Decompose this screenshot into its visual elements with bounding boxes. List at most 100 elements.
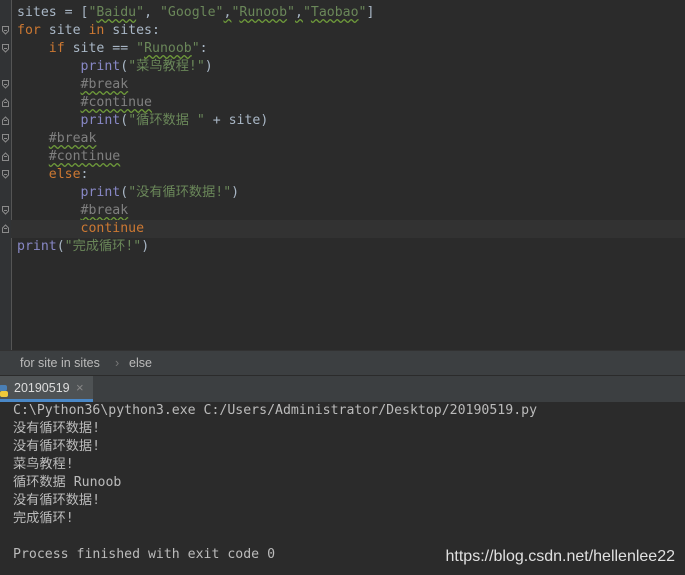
code-token: Runoob <box>239 5 288 20</box>
code-token: ( <box>120 113 129 128</box>
console-line: 循环数据 Runoob <box>13 475 122 490</box>
code-token: "Google" <box>159 5 224 20</box>
code-token: #break <box>48 131 97 146</box>
code-token: ) <box>141 239 150 254</box>
fold-open-icon[interactable] <box>2 44 9 53</box>
code-line[interactable]: #break <box>2 130 685 148</box>
code-token: + site) <box>204 113 269 128</box>
code-editor[interactable]: sites = ["Baidu", "Google","Runoob","Tao… <box>0 0 685 350</box>
fold-open-icon[interactable] <box>2 134 9 143</box>
fold-close-icon[interactable] <box>2 116 9 125</box>
console-line: 没有循环数据! <box>13 439 101 454</box>
fold-open-icon[interactable] <box>2 206 9 215</box>
run-tab[interactable]: 20190519 × <box>0 376 93 402</box>
code-token: site <box>40 23 89 38</box>
code-token: print <box>80 113 121 128</box>
code-token: for <box>17 23 41 38</box>
breadcrumb-item-for[interactable]: for site in sites <box>20 356 100 370</box>
run-tab-label: 20190519 <box>14 381 70 395</box>
code-line[interactable]: sites = ["Baidu", "Google","Runoob","Tao… <box>11 4 685 22</box>
code-token: ] <box>366 5 375 20</box>
code-line[interactable]: print("完成循环!") <box>11 238 685 256</box>
code-token: #break <box>80 203 129 218</box>
code-token: print <box>80 59 121 74</box>
code-token: site == <box>64 41 137 56</box>
watermark-text: https://blog.csdn.net/hellenlee22 <box>445 548 676 565</box>
code-token: print <box>17 239 57 254</box>
code-token: ) <box>204 59 213 74</box>
code-token: else <box>48 167 81 182</box>
console-line: 菜鸟教程! <box>13 457 74 472</box>
fold-close-icon[interactable] <box>2 224 9 233</box>
code-token: " <box>302 5 311 20</box>
code-line[interactable]: print("菜鸟教程!") <box>11 58 685 76</box>
fold-close-icon[interactable] <box>2 98 9 107</box>
code-token: Taobao <box>310 5 359 20</box>
code-line[interactable]: for site in sites: <box>2 22 685 40</box>
code-line[interactable]: #break <box>2 76 685 94</box>
code-token: continue <box>80 221 145 236</box>
console-line: 没有循环数据! <box>13 493 101 508</box>
code-token: if <box>48 41 65 56</box>
fold-open-icon[interactable] <box>2 26 9 35</box>
code-line[interactable]: print("循环数据 " + site) <box>2 112 685 130</box>
code-token: " <box>358 5 367 20</box>
close-icon[interactable]: × <box>76 380 84 395</box>
console-line: C:\Python36\python3.exe C:/Users/Adminis… <box>13 403 538 418</box>
code-token: , <box>295 5 303 20</box>
breadcrumb-separator: › <box>115 356 120 370</box>
code-line[interactable]: #break <box>2 202 685 220</box>
code-token: " <box>191 41 200 56</box>
code-token: print <box>80 185 121 200</box>
code-token: sites = [ <box>17 5 89 20</box>
code-line[interactable]: continue <box>2 220 685 238</box>
code-token: Runoob <box>144 41 192 56</box>
code-token: " <box>287 5 295 20</box>
breadcrumb: for site in sites › else <box>0 350 685 376</box>
code-token: Baidu <box>96 5 137 20</box>
code-token: "没有循环数据!" <box>128 185 232 200</box>
code-line[interactable]: else: <box>2 166 685 184</box>
code-token: #break <box>80 77 129 92</box>
console-line: 完成循环! <box>13 511 74 526</box>
code-line[interactable]: #continue <box>2 94 685 112</box>
breadcrumb-item-else[interactable]: else <box>129 356 152 370</box>
code-token: "循环数据 " <box>128 113 205 128</box>
code-token: "菜鸟教程!" <box>128 59 205 74</box>
code-token: ) <box>231 185 240 200</box>
code-token: "完成循环!" <box>64 239 142 254</box>
code-token: ( <box>56 239 65 254</box>
code-token: ( <box>120 59 129 74</box>
code-token: sites: <box>104 23 160 38</box>
python-icon <box>0 382 9 397</box>
run-tab-bar: 20190519 × <box>0 375 685 403</box>
code-token: : <box>80 167 89 182</box>
code-line[interactable]: #continue <box>2 148 685 166</box>
code-area[interactable]: sites = ["Baidu", "Google","Runoob","Tao… <box>2 4 685 256</box>
code-line[interactable]: if site == "Runoob": <box>2 40 685 58</box>
code-token: " <box>136 5 145 20</box>
code-token: ( <box>120 185 129 200</box>
fold-close-icon[interactable] <box>2 152 9 161</box>
code-token: " <box>136 41 145 56</box>
code-token: : <box>199 41 208 56</box>
code-line[interactable]: print("没有循环数据!") <box>11 184 685 202</box>
code-token: #continue <box>48 149 121 164</box>
fold-open-icon[interactable] <box>2 170 9 179</box>
code-token: #continue <box>80 95 152 110</box>
code-token: , <box>144 5 160 20</box>
fold-open-icon[interactable] <box>2 80 9 89</box>
console-line: 没有循环数据! <box>13 421 101 436</box>
console-line: Process finished with exit code 0 <box>13 547 276 562</box>
